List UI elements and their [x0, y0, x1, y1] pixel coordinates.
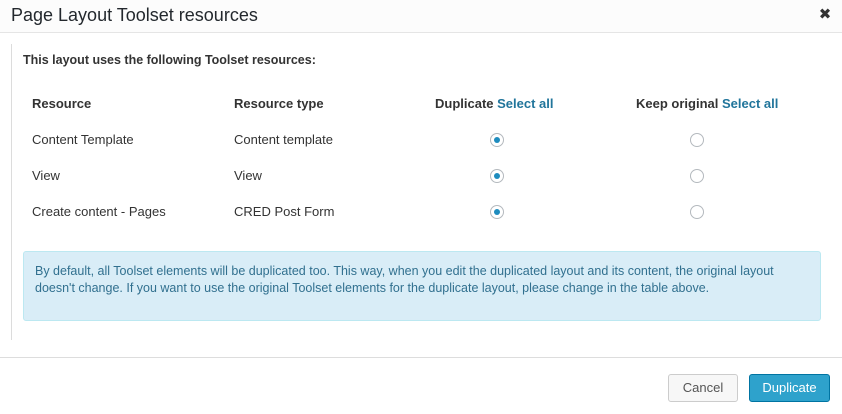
table-row: Content Template Content template [32, 132, 812, 168]
dialog-titlebar: Page Layout Toolset resources ✖ [0, 0, 842, 33]
resource-type: View [234, 168, 262, 183]
header-resource: Resource [32, 96, 92, 111]
dialog-title: Page Layout Toolset resources [11, 5, 258, 25]
duplicate-radio[interactable] [490, 169, 504, 183]
close-icon[interactable]: ✖ [818, 6, 832, 24]
header-keep-original: Keep original Select all [636, 96, 778, 112]
header-keep-original-label: Keep original [636, 96, 719, 111]
table-header-row: Resource Resource type Duplicate Select … [32, 96, 812, 132]
header-duplicate-label: Duplicate [435, 96, 494, 111]
resource-type: Content template [234, 132, 334, 147]
resources-table: Resource Resource type Duplicate Select … [32, 96, 812, 240]
table-row: Create content - Pages CRED Post Form [32, 204, 812, 240]
header-duplicate: Duplicate Select all [435, 96, 554, 112]
cancel-button[interactable]: Cancel [668, 374, 738, 402]
info-notice: By default, all Toolset elements will be… [23, 251, 821, 321]
duplicate-button[interactable]: Duplicate [749, 374, 830, 402]
select-all-keep-original-link[interactable]: Select all [722, 96, 778, 111]
intro-text: This layout uses the following Toolset r… [23, 53, 316, 67]
resource-name: Create content - Pages [32, 204, 166, 219]
resource-type: CRED Post Form [234, 204, 335, 219]
duplicate-radio[interactable] [490, 133, 504, 147]
duplicate-radio[interactable] [490, 205, 504, 219]
dialog-footer: Cancel Duplicate [0, 357, 842, 414]
table-row: View View [32, 168, 812, 204]
select-all-duplicate-link[interactable]: Select all [497, 96, 553, 111]
keep-original-radio[interactable] [690, 205, 704, 219]
dialog-content: This layout uses the following Toolset r… [11, 44, 831, 340]
resource-name: Content Template [32, 132, 134, 147]
keep-original-radio[interactable] [690, 169, 704, 183]
keep-original-radio[interactable] [690, 133, 704, 147]
resource-name: View [32, 168, 60, 183]
header-resource-type: Resource type [234, 96, 324, 111]
